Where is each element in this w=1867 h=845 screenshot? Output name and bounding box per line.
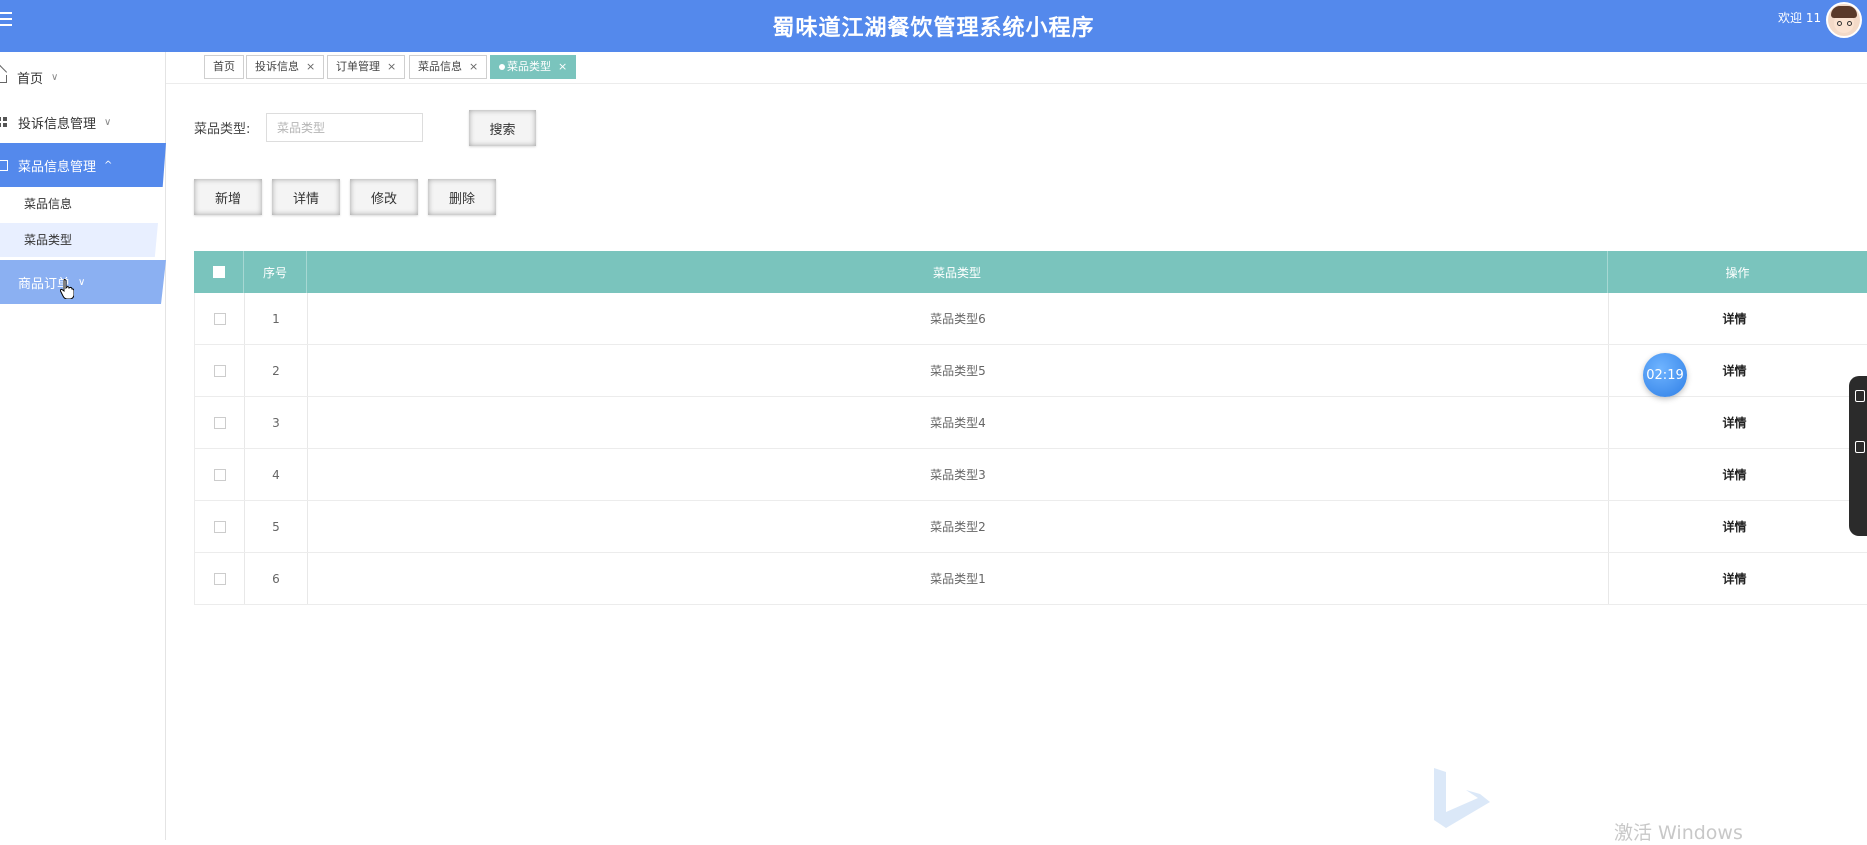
- tab-dish-info[interactable]: 菜品信息 ×: [409, 55, 488, 79]
- chevron-down-icon: ∨: [78, 276, 86, 288]
- detail-button[interactable]: 详情: [272, 179, 340, 215]
- user-avatar[interactable]: [1826, 2, 1862, 38]
- sidebar-item-orders[interactable]: 商品订单 ∨: [0, 260, 166, 304]
- row-dish-type: 菜品类型3: [308, 449, 1609, 500]
- row-detail-link[interactable]: 详情: [1722, 570, 1746, 587]
- search-button[interactable]: 搜索: [469, 110, 536, 146]
- table-row: 2 菜品类型5 详情: [194, 345, 1867, 397]
- windows-logo-icon: [1434, 768, 1490, 828]
- row-detail-link[interactable]: 详情: [1722, 466, 1746, 483]
- chevron-down-icon: ∨: [51, 71, 59, 83]
- tab-bar: 首页 投诉信息 × 订单管理 × 菜品信息 × 菜品类型 ×: [166, 52, 1867, 84]
- table-header: 序号 菜品类型 操作: [194, 251, 1867, 293]
- row-dish-type: 菜品类型5: [308, 345, 1609, 396]
- home-icon: [0, 75, 7, 83]
- close-icon[interactable]: ×: [306, 60, 315, 73]
- active-dot-icon: [499, 64, 505, 70]
- row-checkbox[interactable]: [213, 364, 226, 377]
- column-header-action: 操作: [1725, 265, 1750, 280]
- sidebar-item-label: 投诉信息管理: [18, 116, 97, 132]
- sidebar-subitem-dish-type[interactable]: 菜品类型: [0, 223, 158, 257]
- search-label: 菜品类型:: [194, 122, 251, 137]
- panel-button-icon[interactable]: [1855, 441, 1865, 453]
- hand-cursor-icon: [60, 279, 74, 299]
- row-detail-link[interactable]: 详情: [1722, 362, 1746, 379]
- sidebar-item-home[interactable]: 首页 ∨: [0, 55, 166, 99]
- tab-orders[interactable]: 订单管理 ×: [327, 55, 406, 79]
- recording-timer[interactable]: 02:19: [1643, 353, 1687, 397]
- floating-side-panel[interactable]: [1849, 376, 1867, 536]
- row-checkbox[interactable]: [213, 572, 226, 585]
- table-row: 1 菜品类型6 详情: [194, 293, 1867, 345]
- row-index: 6: [245, 553, 308, 604]
- row-detail-link[interactable]: 详情: [1722, 310, 1746, 327]
- delete-button[interactable]: 删除: [428, 179, 496, 215]
- row-index: 3: [245, 397, 308, 448]
- dish-type-search-input[interactable]: [266, 113, 423, 142]
- edit-button[interactable]: 修改: [350, 179, 418, 215]
- column-header-index: 序号: [244, 251, 307, 293]
- row-dish-type: 菜品类型1: [308, 553, 1609, 604]
- table-row: 3 菜品类型4 详情: [194, 397, 1867, 449]
- select-all-checkbox[interactable]: [212, 266, 225, 278]
- top-bar: 蜀味道江湖餐饮管理系统小程序 欢迎 11: [0, 0, 1867, 52]
- chevron-up-icon: ^: [104, 159, 113, 171]
- row-detail-link[interactable]: 详情: [1722, 414, 1746, 431]
- chevron-down-icon: ∨: [104, 116, 112, 128]
- row-checkbox[interactable]: [213, 312, 226, 325]
- row-dish-type: 菜品类型4: [308, 397, 1609, 448]
- close-icon[interactable]: ×: [469, 60, 478, 73]
- column-header-type: 菜品类型: [307, 251, 1608, 293]
- row-index: 2: [245, 345, 308, 396]
- tab-dish-type[interactable]: 菜品类型 ×: [490, 55, 577, 79]
- tab-home[interactable]: 首页: [204, 55, 244, 79]
- sidebar: 首页 ∨ 投诉信息管理 ∨ 菜品信息管理 ^ 菜品信息 菜品类型 商品订单 ∨: [0, 52, 166, 840]
- sidebar-item-label: 首页: [17, 71, 44, 87]
- row-index: 5: [245, 501, 308, 552]
- sidebar-subitem-dish-info[interactable]: 菜品信息: [0, 187, 158, 221]
- row-dish-type: 菜品类型6: [308, 293, 1609, 344]
- row-detail-link[interactable]: 详情: [1722, 518, 1746, 535]
- row-index: 1: [245, 293, 308, 344]
- row-dish-type: 菜品类型2: [308, 501, 1609, 552]
- panel-button-icon[interactable]: [1855, 390, 1865, 402]
- table-row: 5 菜品类型2 详情: [194, 501, 1867, 553]
- sidebar-item-label: 菜品信息管理: [18, 159, 97, 175]
- close-icon[interactable]: ×: [387, 60, 396, 73]
- table-row: 4 菜品类型3 详情: [194, 449, 1867, 501]
- table-row: 6 菜品类型1 详情: [194, 553, 1867, 605]
- image-icon: [0, 159, 8, 171]
- row-checkbox[interactable]: [213, 520, 226, 533]
- welcome-text: 欢迎 11: [1778, 11, 1822, 25]
- tab-complaints[interactable]: 投诉信息 ×: [246, 55, 325, 79]
- row-checkbox[interactable]: [213, 416, 226, 429]
- row-checkbox[interactable]: [213, 468, 226, 481]
- row-index: 4: [245, 449, 308, 500]
- close-icon[interactable]: ×: [558, 60, 567, 73]
- add-button[interactable]: 新增: [194, 179, 262, 215]
- sidebar-item-dishes[interactable]: 菜品信息管理 ^: [0, 143, 166, 187]
- windows-activation-watermark: 激活 Windows: [1614, 822, 1743, 844]
- app-title: 蜀味道江湖餐饮管理系统小程序: [772, 16, 1095, 41]
- sidebar-item-complaints[interactable]: 投诉信息管理 ∨: [0, 100, 166, 144]
- grid-icon: [0, 116, 8, 128]
